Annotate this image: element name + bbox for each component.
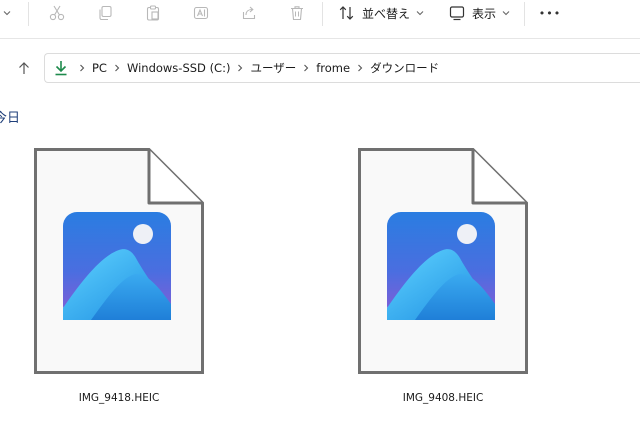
breadcrumb-chevron-icon bbox=[233, 64, 247, 72]
cut-icon[interactable] bbox=[46, 2, 68, 24]
sort-arrows-icon bbox=[339, 6, 354, 20]
toolbar-divider bbox=[322, 2, 323, 26]
chevron-down-icon bbox=[416, 11, 424, 16]
command-bar: 並べ替え 表示 ••• bbox=[0, 0, 640, 39]
breadcrumb-drive[interactable]: Windows-SSD (C:) bbox=[124, 61, 233, 75]
group-header-today[interactable]: 今日 bbox=[0, 107, 20, 126]
breadcrumb-downloads[interactable]: ダウンロード bbox=[367, 60, 442, 76]
sort-button[interactable]: 並べ替え bbox=[338, 2, 424, 24]
delete-icon[interactable] bbox=[286, 2, 308, 24]
new-dropdown-chevron-icon[interactable] bbox=[2, 2, 12, 24]
paste-icon[interactable] bbox=[142, 2, 164, 24]
breadcrumb-chevron-icon bbox=[75, 64, 89, 72]
view-button[interactable]: 表示 bbox=[448, 2, 510, 24]
breadcrumb-users[interactable]: ユーザー bbox=[247, 60, 299, 76]
file-name[interactable]: IMG_9408.HEIC bbox=[358, 392, 528, 404]
breadcrumb-chevron-icon bbox=[110, 64, 124, 72]
share-icon[interactable] bbox=[238, 2, 260, 24]
breadcrumb-chevron-icon bbox=[353, 64, 367, 72]
rename-icon[interactable] bbox=[190, 2, 212, 24]
breadcrumb-pc[interactable]: PC bbox=[89, 61, 110, 75]
address-bar[interactable]: PC Windows-SSD (C:) ユーザー frome ダウンロード bbox=[44, 53, 640, 83]
photos-app-icon bbox=[387, 212, 495, 320]
file-name[interactable]: IMG_9418.HEIC bbox=[34, 392, 204, 404]
toolbar-divider bbox=[28, 2, 29, 26]
download-icon bbox=[47, 60, 75, 76]
up-arrow-icon[interactable] bbox=[14, 58, 34, 78]
breadcrumb-chevron-icon bbox=[299, 64, 313, 72]
more-options-icon[interactable]: ••• bbox=[536, 2, 564, 24]
chevron-down-icon bbox=[502, 11, 510, 16]
breadcrumb-user[interactable]: frome bbox=[313, 61, 353, 75]
sort-label: 並べ替え bbox=[362, 6, 411, 21]
view-label: 表示 bbox=[472, 6, 497, 21]
photos-app-icon bbox=[63, 212, 171, 320]
copy-icon[interactable] bbox=[94, 2, 116, 24]
toolbar-divider bbox=[524, 2, 525, 26]
view-monitor-icon bbox=[449, 6, 465, 21]
